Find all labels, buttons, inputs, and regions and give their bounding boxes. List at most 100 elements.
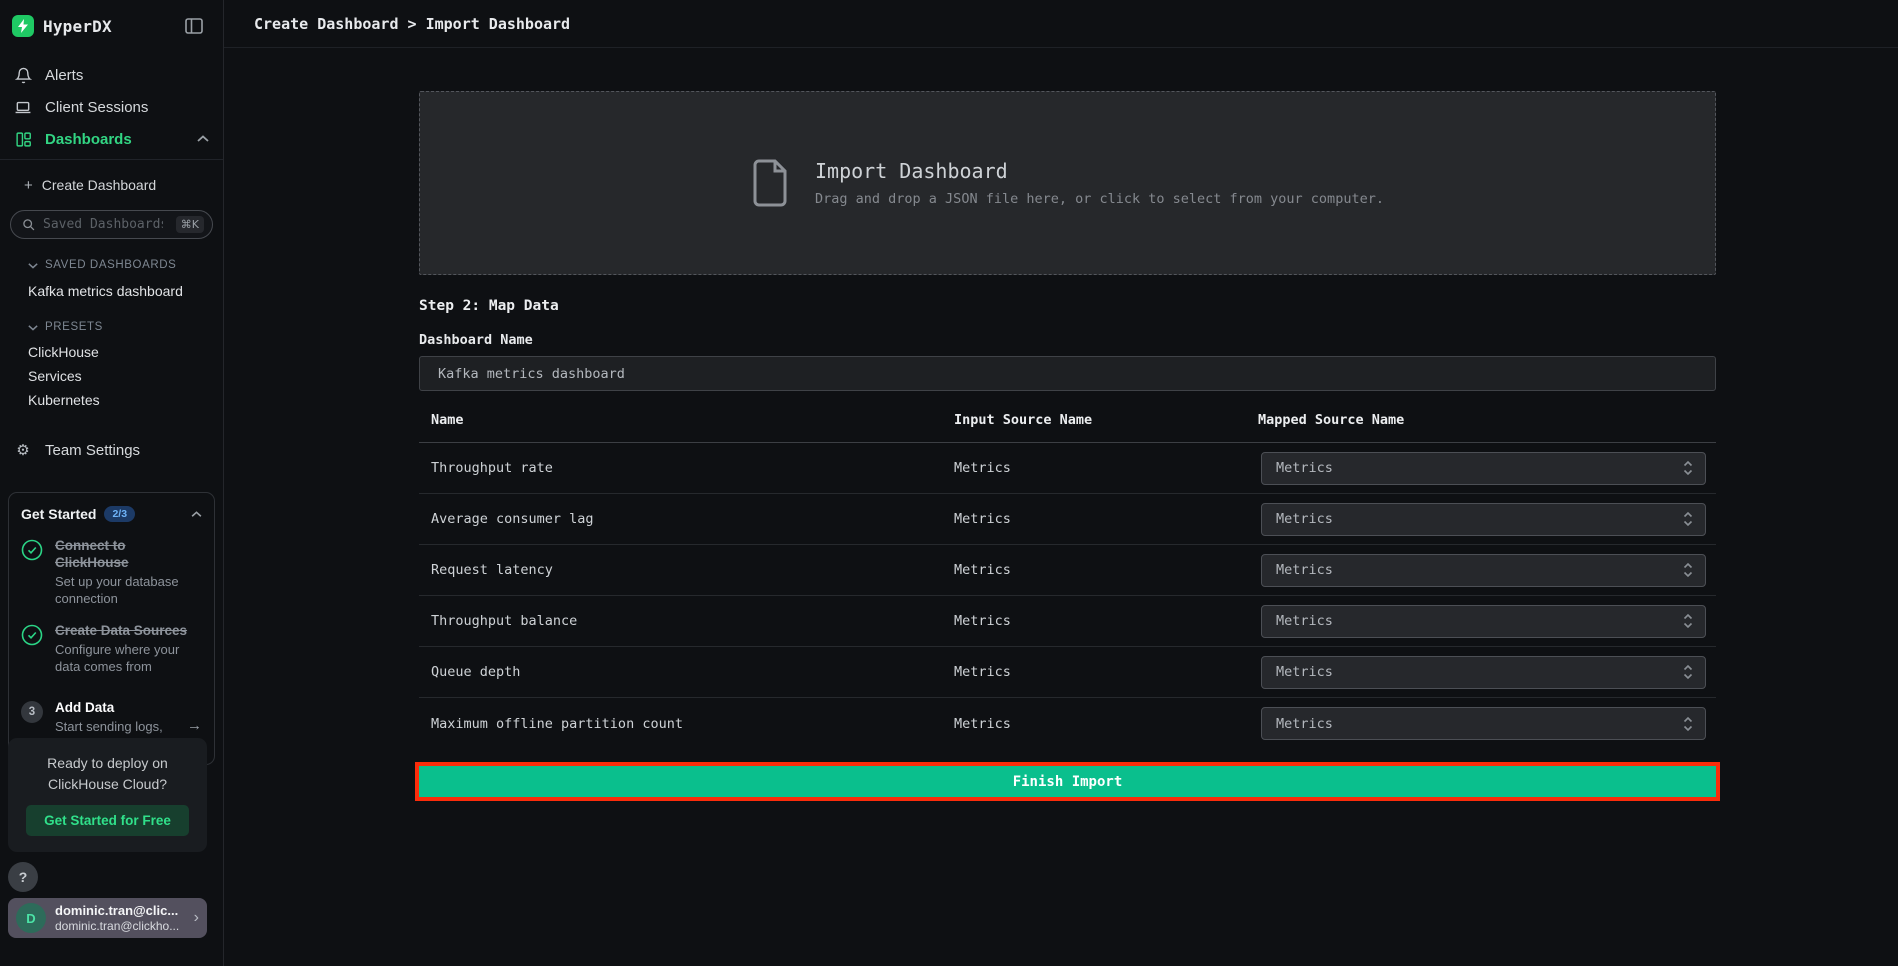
step-heading: Step 2: Map Data: [419, 298, 1716, 314]
step-number-badge: 3: [21, 701, 43, 723]
chevron-up-icon: [191, 511, 202, 518]
select-value: Metrics: [1276, 664, 1333, 680]
chevron-down-icon: [28, 262, 38, 269]
select-value: Metrics: [1276, 613, 1333, 629]
mapped-source-select[interactable]: Metrics: [1261, 707, 1706, 740]
annotation-highlight-box: Finish Import: [415, 762, 1720, 801]
preset-item-kubernetes[interactable]: Kubernetes: [28, 388, 223, 412]
row-input-source: Metrics: [954, 664, 1258, 680]
step-title: Connect to ClickHouse: [55, 537, 202, 571]
step-title: Create Data Sources: [55, 622, 202, 639]
table-row: Average consumer lag Metrics Metrics: [419, 494, 1716, 545]
check-circle-icon: [21, 537, 55, 607]
mapped-source-select[interactable]: Metrics: [1261, 656, 1706, 689]
create-dashboard-label: Create Dashboard: [42, 177, 156, 193]
select-value: Metrics: [1276, 511, 1333, 527]
app-root: HyperDX Alerts Client Sessions: [0, 0, 1898, 966]
presets-section-header[interactable]: PRESETS: [28, 321, 223, 333]
arrow-right-icon: →: [187, 717, 202, 734]
shortcut-badge: ⌘K: [176, 216, 204, 233]
dashboard-name-input[interactable]: [419, 356, 1716, 391]
create-dashboard-button[interactable]: + Create Dashboard: [0, 170, 223, 200]
laptop-icon: [14, 99, 32, 116]
import-dropzone[interactable]: Import Dashboard Drag and drop a JSON fi…: [419, 91, 1716, 275]
get-started-card: Get Started 2/3 Connect to ClickHouse Se…: [8, 492, 215, 765]
row-input-source: Metrics: [954, 613, 1258, 629]
sidebar-item-team-settings[interactable]: ⚙ Team Settings: [0, 434, 223, 466]
chevron-updown-icon: [1683, 562, 1693, 578]
table-row: Maximum offline partition count Metrics …: [419, 698, 1716, 749]
row-input-source: Metrics: [954, 562, 1258, 578]
sidebar-item-client-sessions[interactable]: Client Sessions: [0, 91, 223, 123]
row-name: Maximum offline partition count: [419, 716, 954, 732]
sidebar-collapse-icon[interactable]: [185, 18, 203, 34]
brand-row: HyperDX: [0, 0, 223, 37]
help-button[interactable]: ?: [8, 862, 38, 892]
preset-item-clickhouse[interactable]: ClickHouse: [28, 340, 223, 364]
mapped-source-select[interactable]: Metrics: [1261, 605, 1706, 638]
mapped-source-select[interactable]: Metrics: [1261, 554, 1706, 587]
presets-list: ClickHouse Services Kubernetes: [0, 340, 223, 412]
breadcrumb: Create Dashboard > Import Dashboard: [254, 15, 570, 33]
dropzone-title: Import Dashboard: [815, 159, 1384, 183]
row-name: Queue depth: [419, 664, 954, 680]
section-title: SAVED DASHBOARDS: [45, 259, 176, 271]
user-name: dominic.tran@clic...: [55, 903, 179, 919]
user-menu[interactable]: D dominic.tran@clic... dominic.tran@clic…: [8, 898, 207, 938]
dropzone-subtitle: Drag and drop a JSON file here, or click…: [815, 191, 1384, 207]
check-circle-icon: [21, 622, 55, 675]
chevron-up-icon: [197, 135, 209, 143]
sidebar: HyperDX Alerts Client Sessions: [0, 0, 224, 966]
main-area: Create Dashboard > Import Dashboard Impo…: [224, 0, 1898, 966]
chevron-updown-icon: [1683, 460, 1693, 476]
step-create-data-sources[interactable]: Create Data Sources Configure where your…: [21, 622, 202, 675]
column-header-name: Name: [419, 412, 954, 428]
avatar: D: [16, 903, 46, 933]
column-header-input-source: Input Source Name: [954, 412, 1258, 428]
file-icon: [751, 159, 789, 207]
row-name: Throughput rate: [419, 460, 954, 476]
mapping-table: Name Input Source Name Mapped Source Nam…: [419, 412, 1716, 749]
finish-import-button[interactable]: Finish Import: [419, 766, 1716, 797]
sidebar-item-alerts[interactable]: Alerts: [0, 59, 223, 91]
sidebar-item-label: Dashboards: [45, 131, 132, 148]
hyperdx-logo-icon[interactable]: [12, 15, 34, 37]
step-description: Configure where your data comes from: [55, 641, 202, 675]
step-connect-clickhouse[interactable]: Connect to ClickHouse Set up your databa…: [21, 537, 202, 607]
clickhouse-cloud-card: Ready to deploy on ClickHouse Cloud? Get…: [8, 738, 207, 852]
chevron-updown-icon: [1683, 664, 1693, 680]
get-started-header[interactable]: Get Started 2/3: [21, 506, 202, 522]
saved-dashboards-search[interactable]: ⌘K: [10, 210, 213, 239]
row-input-source: Metrics: [954, 511, 1258, 527]
row-name: Request latency: [419, 562, 954, 578]
chevron-updown-icon: [1683, 613, 1693, 629]
row-name: Throughput balance: [419, 613, 954, 629]
row-input-source: Metrics: [954, 460, 1258, 476]
topbar: Create Dashboard > Import Dashboard: [224, 0, 1898, 48]
column-header-mapped-source: Mapped Source Name: [1258, 412, 1716, 428]
preset-item-services[interactable]: Services: [28, 364, 223, 388]
get-started-free-button[interactable]: Get Started for Free: [26, 805, 189, 836]
mapped-source-select[interactable]: Metrics: [1261, 452, 1706, 485]
user-email: dominic.tran@clickho...: [55, 919, 179, 934]
chevron-updown-icon: [1683, 511, 1693, 527]
plus-icon: +: [24, 177, 33, 194]
dashboard-name-label: Dashboard Name: [419, 332, 1716, 348]
gear-icon: ⚙: [14, 441, 32, 459]
saved-dashboard-item[interactable]: Kafka metrics dashboard: [28, 283, 223, 301]
search-icon: [22, 218, 35, 231]
row-name: Average consumer lag: [419, 511, 954, 527]
dashboard-grid-icon: [14, 131, 32, 148]
sidebar-nav: Alerts Client Sessions Dashboards: [0, 59, 223, 160]
cloud-card-line1: Ready to deploy on: [26, 753, 189, 774]
select-value: Metrics: [1276, 460, 1333, 476]
table-row: Request latency Metrics Metrics: [419, 545, 1716, 596]
table-row: Throughput rate Metrics Metrics: [419, 443, 1716, 494]
sidebar-item-dashboards[interactable]: Dashboards: [0, 123, 223, 155]
chevron-updown-icon: [1683, 716, 1693, 732]
saved-dashboards-section-header[interactable]: SAVED DASHBOARDS: [28, 259, 223, 271]
nav-divider: [0, 159, 223, 160]
mapped-source-select[interactable]: Metrics: [1261, 503, 1706, 536]
brand-name: HyperDX: [43, 17, 112, 36]
search-input[interactable]: [43, 217, 163, 232]
